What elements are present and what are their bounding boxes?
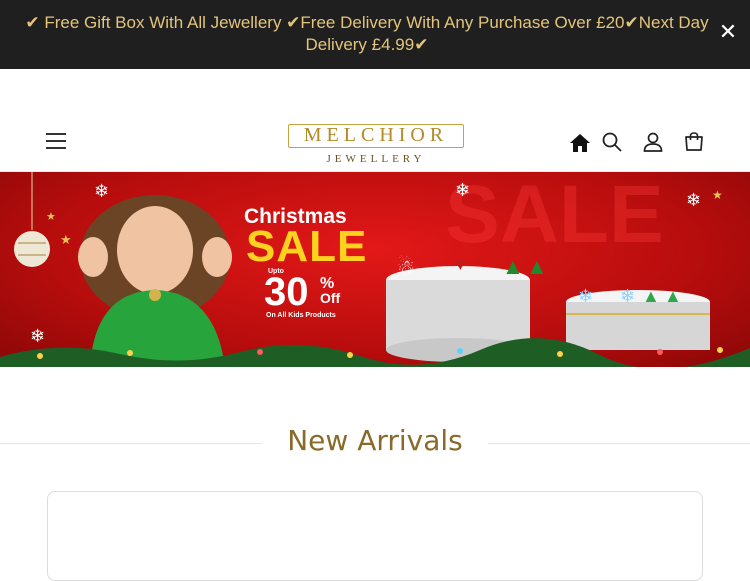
- svg-text:☃: ☃: [397, 255, 415, 279]
- child-model-image: [78, 195, 232, 367]
- close-icon[interactable]: ✕: [718, 21, 738, 43]
- svg-text:❄: ❄: [620, 286, 635, 306]
- logo-brand: MELCHIOR: [303, 124, 449, 146]
- svg-text:❄: ❄: [94, 181, 109, 201]
- svg-text:❄: ❄: [455, 180, 470, 200]
- account-icon[interactable]: [642, 131, 664, 153]
- product-card[interactable]: [47, 491, 703, 581]
- svg-text:❄: ❄: [30, 326, 45, 346]
- svg-text:▲: ▲: [642, 286, 660, 306]
- site-logo[interactable]: MELCHIOR JEWELLERY: [282, 120, 470, 168]
- svg-text:★: ★: [60, 232, 72, 247]
- svg-text:▲: ▲: [664, 286, 682, 306]
- banner-title-sale: SALE: [246, 222, 368, 271]
- logo-subtitle: JEWELLERY: [326, 153, 426, 165]
- new-arrivals-section-header: New Arrivals: [0, 418, 750, 468]
- banner-percent: 30: [264, 270, 309, 314]
- svg-text:▲: ▲: [526, 254, 548, 279]
- cart-icon[interactable]: [683, 131, 705, 153]
- svg-text:★: ★: [712, 188, 723, 202]
- svg-text:▲: ▲: [502, 254, 524, 279]
- ornament-ball: [14, 231, 50, 267]
- site-header: MELCHIOR JEWELLERY: [0, 69, 750, 172]
- banner-subtitle: On All Kids Products: [266, 312, 336, 319]
- announcement-bar: ✔ Free Gift Box With All Jewellery ✔Free…: [0, 0, 750, 69]
- hamburger-menu-icon[interactable]: [46, 133, 66, 149]
- home-icon[interactable]: [569, 133, 591, 155]
- search-icon[interactable]: [601, 131, 623, 153]
- svg-text:❄: ❄: [578, 286, 593, 306]
- announcement-text: ✔ Free Gift Box With All Jewellery ✔Free…: [25, 13, 709, 54]
- svg-text:★: ★: [46, 211, 56, 223]
- banner-off: Off: [320, 290, 341, 306]
- svg-text:❄: ❄: [686, 190, 701, 210]
- christmas-sale-banner[interactable]: SALE ❄ ❄ ❄ ❄ ★ ★ ★ ☃ ♥ ▲ ▲ ❄ ❄ ▲ ▲ Chris…: [0, 172, 750, 367]
- section-title: New Arrivals: [287, 424, 463, 457]
- banner-bg-word: SALE: [445, 172, 664, 260]
- svg-text:♥: ♥: [455, 254, 466, 274]
